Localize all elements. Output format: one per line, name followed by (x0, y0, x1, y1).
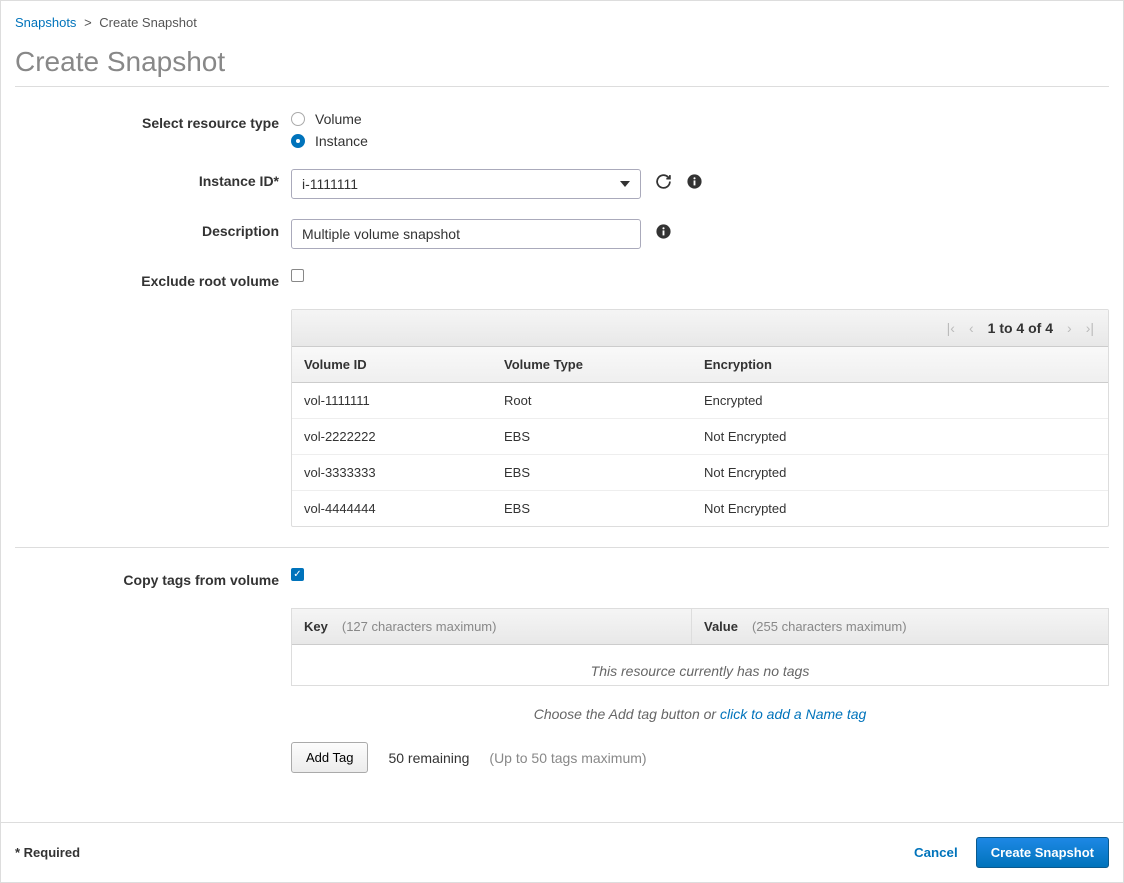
tags-header-row: Key (127 characters maximum) Value (255 … (292, 609, 1108, 645)
create-snapshot-button[interactable]: Create Snapshot (976, 837, 1109, 868)
cell-volume-type: EBS (492, 491, 692, 526)
cell-volume-type: EBS (492, 455, 692, 490)
table-header-row: Volume ID Volume Type Encryption (292, 347, 1108, 383)
pager-first-icon[interactable]: |‹ (947, 320, 955, 336)
cell-volume-id: vol-3333333 (292, 455, 492, 490)
section-divider (15, 547, 1109, 548)
col-key: Key (127 characters maximum) (292, 609, 692, 644)
radio-instance-label: Instance (315, 133, 368, 149)
table-row[interactable]: vol-4444444 EBS Not Encrypted (292, 491, 1108, 526)
description-label: Description (15, 219, 291, 239)
footer: * Required Cancel Create Snapshot (1, 822, 1123, 882)
instance-id-label: Instance ID* (15, 169, 291, 189)
col-volume-id[interactable]: Volume ID (292, 347, 492, 382)
breadcrumb-separator: > (84, 15, 92, 30)
add-tag-button[interactable]: Add Tag (291, 742, 368, 773)
cell-encryption: Not Encrypted (692, 419, 1108, 454)
radio-volume-label: Volume (315, 111, 362, 127)
description-value: Multiple volume snapshot (302, 226, 460, 242)
cancel-button[interactable]: Cancel (908, 844, 964, 861)
breadcrumb: Snapshots > Create Snapshot (15, 15, 1109, 30)
key-header-text: Key (304, 619, 328, 634)
table-row[interactable]: vol-1111111 Root Encrypted (292, 383, 1108, 419)
tags-remaining: 50 remaining (388, 750, 469, 766)
refresh-icon[interactable] (655, 173, 672, 195)
exclude-root-checkbox[interactable] (291, 269, 304, 282)
cell-encryption: Not Encrypted (692, 455, 1108, 490)
copy-tags-label: Copy tags from volume (15, 568, 291, 588)
tags-hint-line: Choose the Add tag button or click to ad… (291, 700, 1109, 742)
pager-next-icon[interactable]: › (1067, 320, 1072, 336)
cell-encryption: Not Encrypted (692, 491, 1108, 526)
value-hint: (255 characters maximum) (752, 619, 907, 634)
tags-table: Key (127 characters maximum) Value (255 … (291, 608, 1109, 686)
value-header-text: Value (704, 619, 738, 634)
page-title: Create Snapshot (15, 46, 1109, 78)
title-divider (15, 86, 1109, 87)
exclude-root-label: Exclude root volume (15, 269, 291, 289)
pager-last-icon[interactable]: ›| (1086, 320, 1094, 336)
resource-type-label: Select resource type (15, 111, 291, 131)
table-pager: |‹ ‹ 1 to 4 of 4 › ›| (292, 310, 1108, 347)
col-encryption[interactable]: Encryption (692, 347, 1108, 382)
info-icon[interactable] (686, 173, 703, 195)
instance-id-value: i-1111111 (302, 176, 358, 192)
description-input[interactable]: Multiple volume snapshot (291, 219, 641, 249)
radio-icon (291, 112, 305, 126)
table-row[interactable]: vol-3333333 EBS Not Encrypted (292, 455, 1108, 491)
col-value: Value (255 characters maximum) (692, 609, 1108, 644)
breadcrumb-current: Create Snapshot (99, 15, 197, 30)
radio-instance[interactable]: Instance (291, 133, 368, 149)
add-name-tag-link[interactable]: click to add a Name tag (720, 706, 866, 722)
cell-volume-type: EBS (492, 419, 692, 454)
required-note: * Required (15, 845, 80, 860)
tags-max-hint: (Up to 50 tags maximum) (489, 750, 646, 766)
volume-table: |‹ ‹ 1 to 4 of 4 › ›| Volume ID Volume T… (291, 309, 1109, 527)
cell-volume-id: vol-1111111 (292, 383, 492, 418)
col-volume-type[interactable]: Volume Type (492, 347, 692, 382)
radio-icon (291, 134, 305, 148)
copy-tags-checkbox[interactable]: ✓ (291, 568, 304, 581)
breadcrumb-root-link[interactable]: Snapshots (15, 15, 76, 30)
tags-empty-message: This resource currently has no tags (292, 645, 1108, 685)
tags-hint-pre: Choose the Add tag button or (534, 706, 716, 722)
info-icon[interactable] (655, 223, 672, 245)
chevron-down-icon (620, 181, 630, 187)
key-hint: (127 characters maximum) (342, 619, 497, 634)
pager-prev-icon[interactable]: ‹ (969, 320, 974, 336)
cell-volume-type: Root (492, 383, 692, 418)
pager-status: 1 to 4 of 4 (988, 320, 1053, 336)
cell-volume-id: vol-4444444 (292, 491, 492, 526)
cell-encryption: Encrypted (692, 383, 1108, 418)
radio-volume[interactable]: Volume (291, 111, 368, 127)
table-row[interactable]: vol-2222222 EBS Not Encrypted (292, 419, 1108, 455)
instance-id-select[interactable]: i-1111111 (291, 169, 641, 199)
cell-volume-id: vol-2222222 (292, 419, 492, 454)
resource-type-radio-group: Volume Instance (291, 111, 368, 149)
